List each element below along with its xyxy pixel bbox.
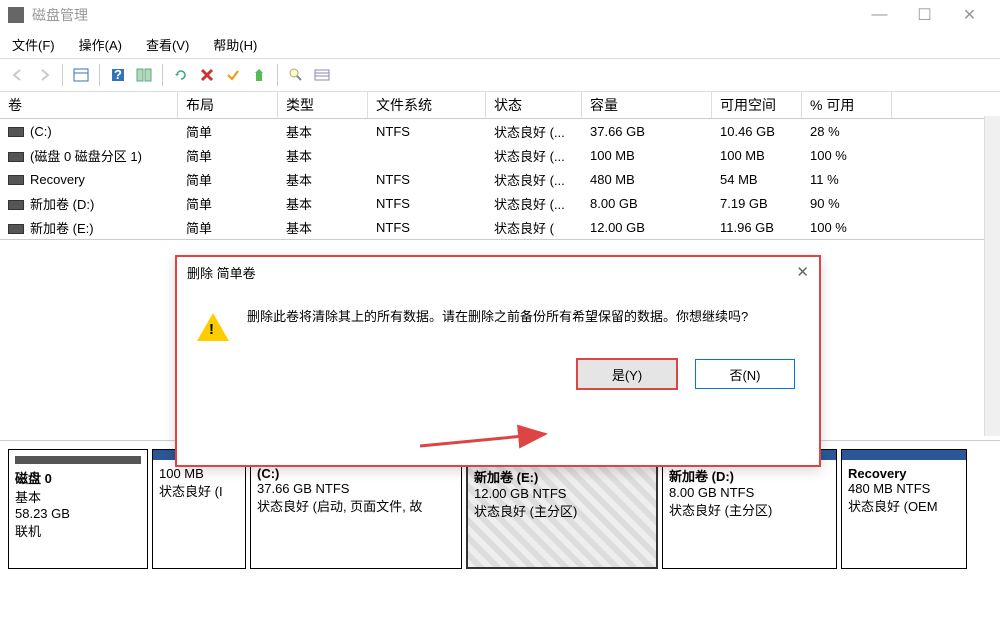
partition[interactable]: Recovery 480 MB NTFS 状态良好 (OEM: [841, 449, 967, 569]
disk-info[interactable]: 磁盘 0 基本 58.23 GB 联机: [8, 449, 148, 569]
back-button[interactable]: [6, 63, 30, 87]
up-icon[interactable]: [247, 63, 271, 87]
search-icon[interactable]: [284, 63, 308, 87]
col-fs[interactable]: 文件系统: [368, 92, 486, 118]
table-row[interactable]: (磁盘 0 磁盘分区 1)简单基本状态良好 (...100 MB100 MB10…: [0, 143, 1000, 167]
partition[interactable]: 新加卷 (D:) 8.00 GB NTFS 状态良好 (主分区): [662, 449, 837, 569]
minimize-button[interactable]: —: [857, 0, 902, 30]
disk-size: 58.23 GB: [15, 506, 70, 521]
dialog-close-icon[interactable]: ✕: [796, 263, 809, 281]
help-icon[interactable]: ?: [106, 63, 130, 87]
forward-button[interactable]: [32, 63, 56, 87]
app-icon: [8, 7, 24, 23]
close-button[interactable]: ✕: [947, 0, 992, 30]
table-header: 卷 布局 类型 文件系统 状态 容量 可用空间 % 可用: [0, 92, 1000, 119]
partition-selected[interactable]: 新加卷 (E:) 12.00 GB NTFS 状态良好 (主分区): [466, 449, 658, 569]
disk-graphical-view: 磁盘 0 基本 58.23 GB 联机 100 MB 状态良好 (I (C:) …: [0, 440, 1000, 625]
warning-icon: [197, 313, 229, 341]
partition[interactable]: 100 MB 状态良好 (I: [152, 449, 246, 569]
delete-dialog: 删除 简单卷 ✕ 删除此卷将清除其上的所有数据。请在删除之前备份所有希望保留的数…: [175, 255, 821, 467]
check-icon[interactable]: [221, 63, 245, 87]
disk-label: 磁盘 0: [15, 471, 52, 486]
table-row[interactable]: 新加卷 (D:)简单基本NTFS状态良好 (...8.00 GB7.19 GB9…: [0, 191, 1000, 215]
col-status[interactable]: 状态: [486, 92, 582, 118]
delete-icon[interactable]: [195, 63, 219, 87]
dialog-title: 删除 简单卷: [187, 263, 256, 282]
svg-text:?: ?: [114, 68, 122, 82]
menu-help[interactable]: 帮助(H): [209, 33, 261, 56]
disk-state: 联机: [15, 524, 41, 539]
table-row[interactable]: (C:)简单基本NTFS状态良好 (...37.66 GB10.46 GB28 …: [0, 119, 1000, 143]
table-row[interactable]: Recovery简单基本NTFS状态良好 (...480 MB54 MB11 %: [0, 167, 1000, 191]
panel-icon[interactable]: [132, 63, 156, 87]
no-button[interactable]: 否(N): [695, 359, 795, 389]
view-icon[interactable]: [69, 63, 93, 87]
dialog-titlebar: 删除 简单卷 ✕: [177, 257, 819, 287]
partition[interactable]: (C:) 37.66 GB NTFS 状态良好 (启动, 页面文件, 故: [250, 449, 462, 569]
table-row[interactable]: 新加卷 (E:)简单基本NTFS状态良好 (12.00 GB11.96 GB10…: [0, 215, 1000, 239]
col-capacity[interactable]: 容量: [582, 92, 712, 118]
dialog-message: 删除此卷将清除其上的所有数据。请在删除之前备份所有希望保留的数据。你想继续吗?: [247, 307, 748, 341]
yes-button[interactable]: 是(Y): [577, 359, 677, 389]
titlebar: 磁盘管理 — ☐ ✕: [0, 0, 1000, 30]
disk-type: 基本: [15, 490, 41, 505]
menu-file[interactable]: 文件(F): [8, 33, 59, 56]
refresh-icon[interactable]: [169, 63, 193, 87]
list-icon[interactable]: [310, 63, 334, 87]
maximize-button[interactable]: ☐: [902, 0, 947, 30]
col-layout[interactable]: 布局: [178, 92, 278, 118]
menu-view[interactable]: 查看(V): [142, 33, 193, 56]
col-pct[interactable]: % 可用: [802, 92, 892, 118]
col-volume[interactable]: 卷: [0, 92, 178, 118]
scrollbar[interactable]: [984, 116, 1000, 436]
volume-table: 卷 布局 类型 文件系统 状态 容量 可用空间 % 可用 (C:)简单基本NTF…: [0, 92, 1000, 240]
col-type[interactable]: 类型: [278, 92, 368, 118]
toolbar: ?: [0, 58, 1000, 92]
col-free[interactable]: 可用空间: [712, 92, 802, 118]
window-title: 磁盘管理: [32, 5, 857, 25]
menu-action[interactable]: 操作(A): [75, 33, 126, 56]
menubar: 文件(F) 操作(A) 查看(V) 帮助(H): [0, 30, 1000, 58]
